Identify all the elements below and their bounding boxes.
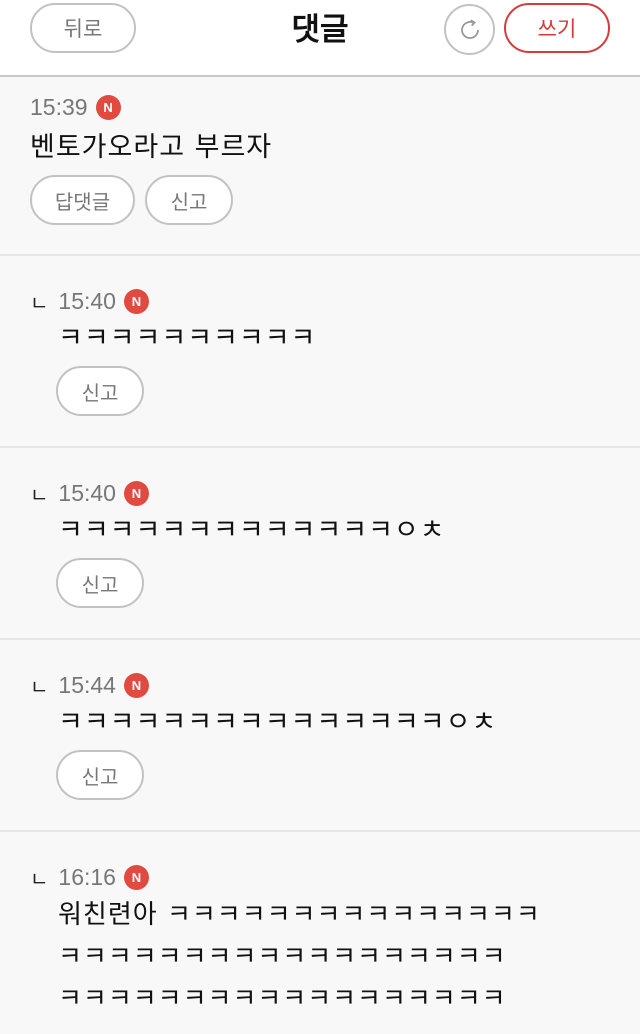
comment-time: 15:44: [58, 672, 116, 698]
new-badge: N: [123, 481, 149, 506]
comment-text: ㅋㅋㅋㅋㅋㅋㅋㅋㅋㅋㅋㅋㅋㅇㅊ: [58, 515, 446, 546]
comment-meta: ㄴ 15:40 N: [30, 479, 149, 508]
comment-text: 벤토가오라고 부르자: [30, 132, 273, 163]
report-button[interactable]: 신고: [56, 750, 144, 800]
refresh-button[interactable]: [444, 4, 495, 55]
new-badge: N: [95, 95, 121, 120]
top-bar: 뒤로 댓글 쓰기: [0, 0, 640, 77]
back-button[interactable]: 뒤로: [30, 3, 136, 53]
comment-actions: 신고: [56, 558, 144, 608]
reply-marker: ㄴ: [30, 483, 49, 507]
comment-text: 워친련아 ㅋㅋㅋㅋㅋㅋㅋㅋㅋㅋㅋㅋㅋㅋㅋ ㅋㅋㅋㅋㅋㅋㅋㅋㅋㅋㅋㅋㅋㅋㅋㅋㅋㅋ …: [58, 900, 541, 1014]
comment-text: ㅋㅋㅋㅋㅋㅋㅋㅋㅋㅋㅋㅋㅋㅋㅋㅇㅊ: [58, 707, 498, 738]
comment-actions: 답댓글 신고: [30, 175, 233, 225]
report-button[interactable]: 신고: [56, 558, 144, 608]
refresh-icon: [460, 18, 479, 39]
comment-meta: 15:39 N: [30, 94, 121, 121]
comment-item: 15:39 N 벤토가오라고 부르자 답댓글 신고: [0, 77, 640, 256]
comment-meta: ㄴ 16:16 N: [30, 863, 149, 892]
reply-marker: ㄴ: [30, 867, 49, 891]
reply-button[interactable]: 답댓글: [30, 175, 135, 225]
report-button[interactable]: 신고: [56, 366, 144, 416]
comment-text: ㅋㅋㅋㅋㅋㅋㅋㅋㅋㅋ: [58, 323, 317, 354]
comment-time: 15:40: [58, 480, 116, 506]
new-badge: N: [123, 865, 149, 890]
comment-time: 15:39: [30, 94, 88, 120]
new-badge: N: [123, 289, 149, 314]
comment-meta: ㄴ 15:40 N: [30, 287, 149, 316]
comment-time: 15:40: [58, 288, 116, 314]
comment-actions: 신고: [56, 366, 144, 416]
comment-actions: 신고: [56, 750, 144, 800]
comment-time: 16:16: [58, 864, 116, 890]
reply-marker: ㄴ: [30, 291, 49, 315]
report-button[interactable]: 신고: [145, 175, 233, 225]
new-badge: N: [123, 673, 149, 698]
comment-meta: ㄴ 15:44 N: [30, 671, 149, 700]
reply-marker: ㄴ: [30, 675, 49, 699]
write-button[interactable]: 쓰기: [504, 3, 610, 53]
